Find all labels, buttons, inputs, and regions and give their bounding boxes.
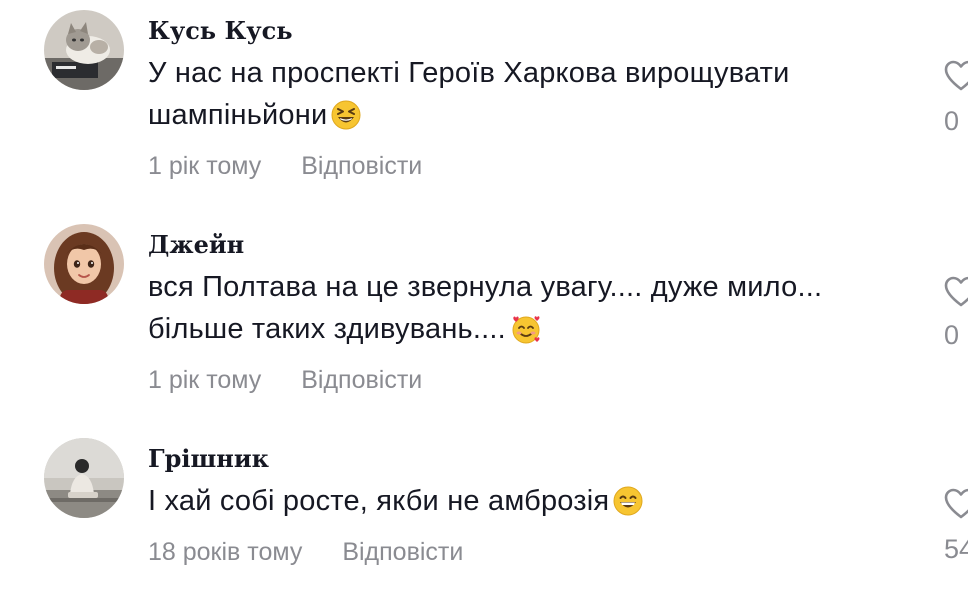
- beaming-face-icon: [613, 486, 643, 528]
- username[interactable]: Грішник: [148, 444, 269, 473]
- avatar[interactable]: [44, 224, 124, 304]
- comment-item: Кусь Кусь У нас на проспекті Героїв Харк…: [0, 0, 968, 200]
- heart-icon[interactable]: [944, 276, 968, 313]
- grinning-squinting-face-icon: [331, 100, 361, 142]
- reply-button[interactable]: Відповісти: [301, 366, 422, 395]
- avatar[interactable]: [44, 10, 124, 90]
- reply-button[interactable]: Відповісти: [301, 152, 422, 181]
- username[interactable]: Кусь Кусь: [148, 16, 293, 45]
- comment-meta: 1 рік тому Відповісти: [148, 366, 422, 395]
- timestamp: 1 рік тому: [148, 152, 262, 180]
- like-count: 0: [944, 106, 960, 136]
- like-count: 0: [944, 320, 960, 350]
- comment-item: Джейн вся Полтава на це звернула увагу..…: [0, 214, 968, 414]
- timestamp: 1 рік тому: [148, 366, 262, 394]
- comment-text-content: І хай собі росте, якби не амброзія: [148, 485, 610, 517]
- comment-text: вся Полтава на це звернула увагу.... дуж…: [148, 266, 918, 356]
- comment-meta: 18 років тому Відповісти: [148, 538, 463, 567]
- comment-text: У нас на проспекті Героїв Харкова вирощу…: [148, 52, 918, 142]
- like-count: 54: [944, 534, 968, 564]
- heart-icon[interactable]: [944, 60, 968, 97]
- reply-button[interactable]: Відповісти: [342, 538, 463, 567]
- heart-icon[interactable]: [944, 488, 968, 525]
- comment-text: І хай собі росте, якби не амброзія: [148, 480, 918, 528]
- cartoon-girl-avatar-image: [44, 224, 124, 304]
- username[interactable]: Джейн: [148, 230, 244, 259]
- avatar[interactable]: [44, 438, 124, 518]
- cat-avatar-image: [44, 10, 124, 90]
- person-sitting-avatar-image: [44, 438, 124, 518]
- comment-text-content: вся Полтава на це звернула увагу.... дуж…: [148, 271, 823, 345]
- timestamp: 18 років тому: [148, 538, 303, 566]
- comment-text-content: У нас на проспекті Героїв Харкова вирощу…: [148, 57, 790, 131]
- smiling-face-with-hearts-icon: [510, 314, 542, 356]
- comment-item: Грішник І хай собі росте, якби не амброз…: [0, 428, 968, 592]
- comment-meta: 1 рік тому Відповісти: [148, 152, 422, 181]
